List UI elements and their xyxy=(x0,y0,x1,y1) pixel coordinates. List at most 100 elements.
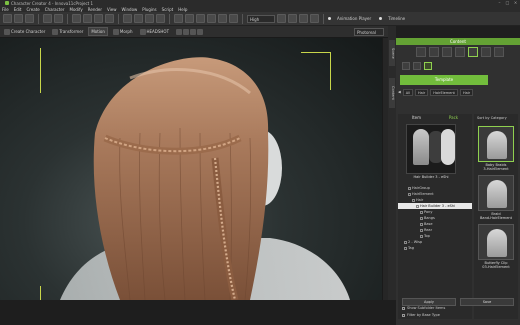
transformer-button[interactable]: Transformer xyxy=(50,27,85,36)
save-project-icon[interactable] xyxy=(25,14,34,23)
menu-plugins[interactable]: Plugins xyxy=(142,7,156,12)
save-button[interactable]: Save xyxy=(460,298,514,306)
subcategory-icon-2[interactable] xyxy=(413,62,421,70)
col-pack[interactable]: Pack xyxy=(435,114,472,122)
morph-content-icon[interactable] xyxy=(442,47,452,57)
new-project-icon[interactable] xyxy=(3,14,12,23)
material-content-icon[interactable] xyxy=(494,47,504,57)
checkbox-box xyxy=(402,306,405,310)
scale-tool-icon[interactable] xyxy=(105,14,114,23)
minimize-icon[interactable]: – xyxy=(497,1,502,5)
subcategory-icon-1[interactable] xyxy=(402,62,410,70)
screenshot-icon[interactable] xyxy=(299,14,308,23)
sort-dropdown[interactable]: Sort by Category xyxy=(474,114,518,122)
tab-scene[interactable]: Scene xyxy=(389,40,395,66)
menu-create[interactable]: Create xyxy=(26,7,39,12)
timeline-icon[interactable] xyxy=(379,17,383,20)
close-icon[interactable]: × xyxy=(513,1,518,5)
menu-help[interactable]: Help xyxy=(178,7,187,12)
apply-button[interactable]: Apply xyxy=(402,298,456,306)
item-tile[interactable]: Baby Braids 3-HairElement xyxy=(478,126,514,171)
panel-icon-row-1 xyxy=(396,45,520,59)
subcategory-icon-3[interactable] xyxy=(424,62,432,70)
redo-icon[interactable] xyxy=(54,14,63,23)
expand-icon xyxy=(404,240,407,244)
menu-edit[interactable]: Edit xyxy=(14,7,22,12)
timeline-label[interactable]: Timeline xyxy=(388,16,405,21)
toolbar-divider xyxy=(323,13,324,24)
breadcrumb-hair[interactable]: Hair xyxy=(415,88,429,96)
menu-script[interactable]: Script xyxy=(162,7,174,12)
item-tile[interactable]: Braid Band-HairElement xyxy=(478,175,514,220)
tool-icon-4[interactable] xyxy=(197,28,204,35)
menu-view[interactable]: View xyxy=(107,7,117,12)
preview-thumb-3 xyxy=(441,129,455,165)
hair-thumb-shape xyxy=(487,180,507,208)
rotate-tool-icon[interactable] xyxy=(94,14,103,23)
menu-file[interactable]: File xyxy=(2,7,9,12)
quality-select[interactable]: High xyxy=(247,14,275,23)
tab-content[interactable]: Content xyxy=(389,78,395,108)
menu-window[interactable]: Window xyxy=(122,7,138,12)
show-subfolder-checkbox[interactable]: Show Subfolder Items xyxy=(402,306,445,310)
content-panel: Content Template ◀ All Hair HairElement … xyxy=(396,38,520,325)
hair-content-icon[interactable] xyxy=(468,47,478,57)
headshot-button[interactable]: HEADSHOT xyxy=(138,27,172,36)
menu-modify[interactable]: Modify xyxy=(70,7,83,12)
folder-icon xyxy=(420,216,423,220)
render-icon[interactable] xyxy=(277,14,286,23)
breadcrumb-hair-sub[interactable]: Hair xyxy=(459,88,474,96)
move-tool-icon[interactable] xyxy=(83,14,92,23)
create-character-button[interactable]: Create Character xyxy=(2,27,47,36)
template-tab[interactable]: Template xyxy=(400,75,488,85)
render-mode-select[interactable]: Photoreal xyxy=(354,27,384,36)
zoom-icon[interactable] xyxy=(145,14,154,23)
light-icon[interactable] xyxy=(174,14,183,23)
3d-viewport[interactable] xyxy=(0,38,382,300)
window-title: Character Creator 4 - Innova11cProject 1 xyxy=(11,0,94,6)
checkbox-label: Filter by Base Type xyxy=(407,313,440,317)
accessory-content-icon[interactable] xyxy=(481,47,491,57)
wireframe-icon[interactable] xyxy=(196,14,205,23)
menu-render[interactable]: Render xyxy=(88,7,102,12)
orbit-icon[interactable] xyxy=(156,14,165,23)
animation-player-label[interactable]: Animation Player xyxy=(337,16,371,21)
tool-icon-1[interactable] xyxy=(176,28,183,35)
motion-toggle[interactable]: Motion xyxy=(88,27,108,36)
tree-item[interactable]: Tag xyxy=(398,245,472,251)
grid-icon[interactable] xyxy=(185,14,194,23)
checkbox-label: Show Subfolder Items xyxy=(407,306,446,310)
tool-icon-2[interactable] xyxy=(183,28,190,35)
back-arrow-icon[interactable]: ◀ xyxy=(398,90,401,94)
open-project-icon[interactable] xyxy=(14,14,23,23)
texture-icon[interactable] xyxy=(218,14,227,23)
cloth-content-icon[interactable] xyxy=(455,47,465,57)
character-content-icon[interactable] xyxy=(429,47,439,57)
toolbar-divider xyxy=(169,13,170,24)
library-icon[interactable] xyxy=(416,47,426,57)
pan-icon[interactable] xyxy=(134,14,143,23)
morph-label: Morph xyxy=(119,29,133,34)
maximize-icon[interactable]: □ xyxy=(505,1,510,5)
select-tool-icon[interactable] xyxy=(72,14,81,23)
item-tile[interactable]: Butterfly Clip 03-HairElement xyxy=(478,224,514,269)
preview-icon[interactable] xyxy=(288,14,297,23)
undo-icon[interactable] xyxy=(43,14,52,23)
menu-character[interactable]: Character xyxy=(45,7,65,12)
toolbar-divider xyxy=(38,13,39,24)
tool-buttons xyxy=(174,27,205,36)
animation-player-icon[interactable] xyxy=(328,17,331,20)
settings-icon[interactable] xyxy=(310,14,319,23)
col-item[interactable]: Item xyxy=(398,114,435,122)
camera-icon[interactable] xyxy=(123,14,132,23)
morph-button[interactable]: Morph xyxy=(111,27,135,36)
tool-icon-3[interactable] xyxy=(190,28,197,35)
camera-guide-top xyxy=(301,52,331,53)
breadcrumb-hairelement[interactable]: HairElement xyxy=(430,88,458,96)
item-tree-pane: Item Pack Hair Builder 3 - eShi HairGrou… xyxy=(398,114,472,319)
breadcrumb-all[interactable]: All xyxy=(402,88,414,96)
shading-icon[interactable] xyxy=(207,14,216,23)
filter-base-checkbox[interactable]: Filter by Base Type xyxy=(402,313,440,317)
hair-thumb-shape xyxy=(487,229,507,257)
display-icon[interactable] xyxy=(229,14,238,23)
